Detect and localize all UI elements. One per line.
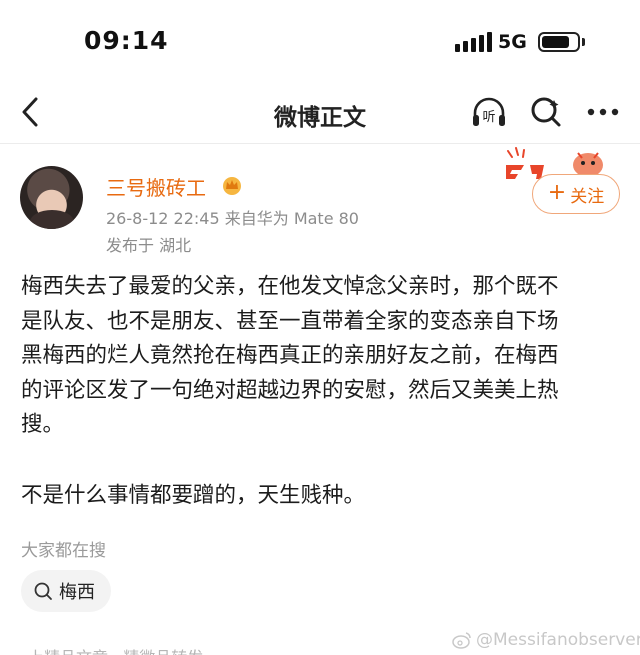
weibo-logo-icon	[452, 632, 471, 649]
nav-bar: 微博正文 听	[0, 84, 640, 144]
post-tail: 不是什么事情都要蹭的，天生贱种。	[21, 483, 366, 508]
status-time: 09:14	[84, 26, 169, 55]
post-location: 发布于 湖北	[106, 236, 192, 255]
battery-cap	[582, 38, 585, 46]
battery-icon	[538, 32, 580, 52]
svg-text:听: 听	[482, 110, 495, 125]
status-bar: 09:14 5G	[0, 0, 640, 84]
plus-icon: +	[547, 180, 567, 205]
signal-strength-icon	[455, 32, 492, 52]
watermark: @Messifanobserver	[452, 630, 640, 650]
author-name[interactable]: 三号搬砖工	[106, 172, 206, 201]
search-icon	[34, 582, 52, 600]
network-type: 5G	[498, 31, 527, 53]
trending-search-title: 大家都在搜	[21, 541, 106, 561]
search-chip-label: 梅西	[59, 582, 95, 603]
cut-off-text: 上精品文章 · 精微品转发	[28, 644, 203, 655]
avatar[interactable]	[20, 166, 83, 229]
watermark-text: @Messifanobserver	[476, 630, 640, 650]
post-body: 梅西失去了最爱的父亲，在他发文悼念父亲时，那个既不 是队友、也不是朋友、甚至一直…	[21, 274, 559, 437]
follow-label: 关注	[570, 186, 605, 207]
listen-icon[interactable]: 听	[470, 94, 508, 130]
crown-badge-icon	[223, 177, 241, 195]
search-icon[interactable]	[528, 94, 564, 130]
post-meta: 26-8-12 22:45 来自华为 Mate 80	[106, 209, 359, 228]
more-dots-icon[interactable]	[584, 94, 622, 130]
search-chip[interactable]: 梅西	[21, 570, 111, 612]
follow-button[interactable]: + 关注	[532, 174, 620, 214]
